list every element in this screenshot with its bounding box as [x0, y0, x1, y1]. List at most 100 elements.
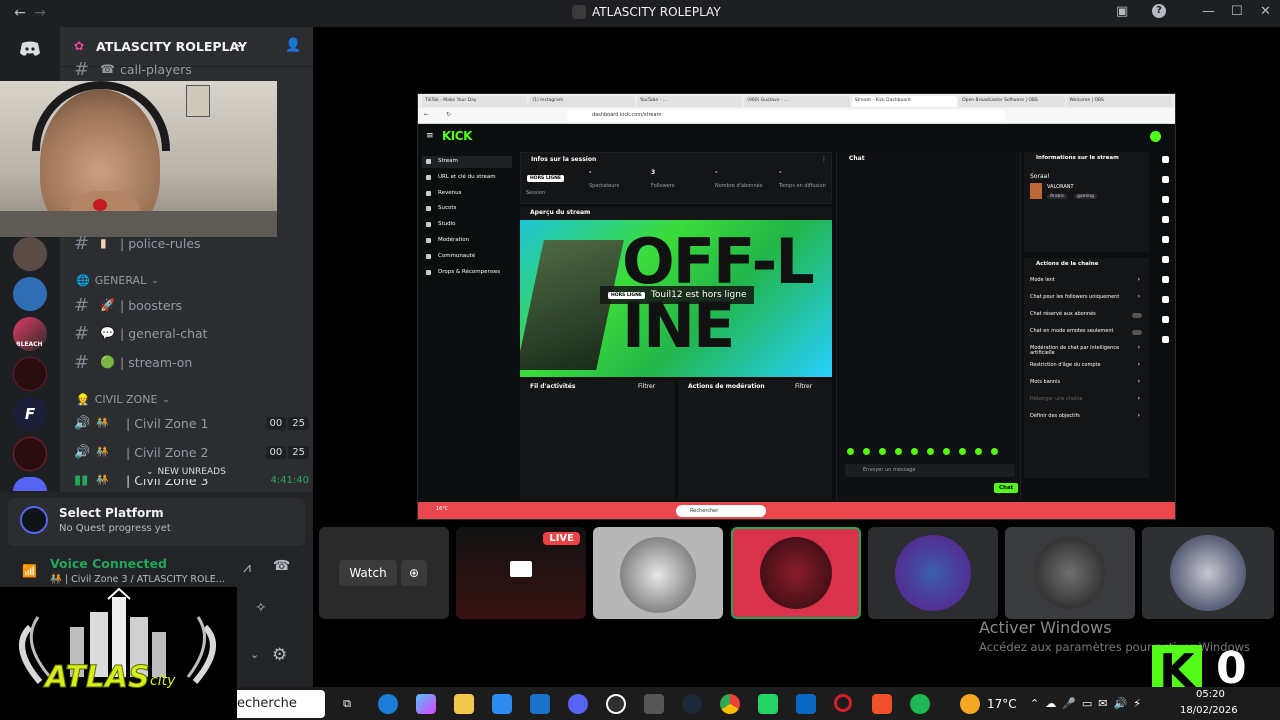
tool-icon[interactable]: [1161, 216, 1169, 223]
server-red-logo-icon[interactable]: [13, 357, 47, 391]
emote-icon[interactable]: [863, 448, 870, 455]
tool-icon[interactable]: [1161, 196, 1169, 203]
channel-action-row[interactable]: Restriction d'âge du compte ›: [1030, 361, 1144, 373]
kick-nav-item[interactable]: Sucots: [422, 203, 512, 215]
channel-action-row[interactable]: Modération de chat par intelligence arti…: [1030, 344, 1144, 356]
user-tile-king[interactable]: [1005, 527, 1135, 619]
back-icon[interactable]: ←: [424, 111, 429, 118]
browser-tab[interactable]: (960) Gustavo - ...: [744, 96, 850, 107]
channel-stream-on[interactable]: # 🟢 | stream-on: [74, 351, 192, 373]
emote-icon[interactable]: [975, 448, 982, 455]
kick-nav-item[interactable]: Revenus: [422, 188, 512, 200]
disconnect-icon[interactable]: ☎: [273, 558, 290, 574]
browser-tab[interactable]: Stream - Kick Dashboard: [851, 96, 958, 107]
browser-tab[interactable]: (1) Instagram: [529, 96, 635, 107]
channel-action-row[interactable]: Héberger une chaîne ›: [1030, 395, 1144, 407]
kick-nav-item[interactable]: Stream: [422, 156, 512, 168]
voice-channel-civil-zone-2[interactable]: 🔊 🧑‍🤝‍🧑 | Civil Zone 2 00 25: [74, 441, 309, 463]
file-explorer-icon[interactable]: [454, 694, 474, 714]
kick-nav-item[interactable]: Drops & Récompenses: [422, 267, 512, 279]
emote-icon[interactable]: [959, 448, 966, 455]
tool-icon[interactable]: [1161, 256, 1169, 263]
store-icon[interactable]: [492, 694, 512, 714]
kick-logo[interactable]: KICK: [442, 129, 472, 143]
chevron-down-icon[interactable]: ⌄: [234, 36, 244, 50]
discord-taskbar-icon[interactable]: [568, 694, 588, 714]
emote-icon[interactable]: [879, 448, 886, 455]
vscode-icon[interactable]: [796, 694, 816, 714]
kebab-icon[interactable]: ⋮: [821, 156, 827, 163]
channel-action-row[interactable]: Chat réservé aux abonnés: [1030, 310, 1144, 322]
chat-input[interactable]: Envoyer un message: [845, 464, 1015, 477]
focus-icon[interactable]: ⊕: [401, 560, 427, 586]
soundboard-icon[interactable]: ✧: [255, 600, 267, 616]
user-tile-moto[interactable]: [1142, 527, 1274, 619]
kick-nav-item[interactable]: Communauté: [422, 251, 512, 263]
inner-search[interactable]: Rechercher: [676, 505, 766, 517]
server-f-icon[interactable]: F: [13, 397, 47, 431]
chat-send-button[interactable]: Chat: [994, 483, 1019, 493]
chevron-down-icon[interactable]: ⌄: [250, 648, 259, 661]
hamburger-icon[interactable]: ≡: [426, 131, 434, 141]
brave-icon[interactable]: [872, 694, 892, 714]
category-civil-zone[interactable]: 👷 CIVIL ZONE ⌄: [76, 393, 170, 406]
server-partial-icon[interactable]: [13, 477, 47, 491]
emote-icon[interactable]: [895, 448, 902, 455]
channel-police-rules[interactable]: # ▮ | police-rules: [74, 232, 201, 254]
watch-thumbnail[interactable]: Watch ⊕: [319, 527, 449, 619]
emote-icon[interactable]: [911, 448, 918, 455]
channel-action-row[interactable]: Définir des objectifs ›: [1030, 412, 1144, 424]
server-bleach-icon[interactable]: BLEACH: [13, 317, 47, 351]
tool-icon[interactable]: [1161, 276, 1169, 283]
emote-icon[interactable]: [927, 448, 934, 455]
discord-home-icon[interactable]: [13, 32, 47, 66]
server-cartoon-icon[interactable]: [13, 277, 47, 311]
moderation-filter-button[interactable]: Filtrer: [795, 383, 812, 390]
tool-icon[interactable]: [1161, 156, 1169, 163]
steam-icon[interactable]: [682, 694, 702, 714]
minimize-icon[interactable]: —: [1202, 4, 1215, 19]
shared-screen-browser[interactable]: TikTok - Make Your Day (1) Instagram YouTu…: [417, 93, 1176, 520]
user-tile-purple[interactable]: [868, 527, 998, 619]
back-arrow-icon[interactable]: ←: [10, 5, 30, 21]
inbox-icon[interactable]: ▣: [1116, 4, 1128, 19]
channel-action-row[interactable]: Chat en mode emotes seulement: [1030, 327, 1144, 339]
tool-icon[interactable]: [1161, 336, 1169, 343]
stream-thumbnail[interactable]: LIVE: [456, 527, 586, 619]
server-avatar-icon[interactable]: [13, 237, 47, 271]
help-icon[interactable]: ?: [1152, 4, 1166, 18]
user-tile-soldier[interactable]: [593, 527, 723, 619]
voice-channel-civil-zone-1[interactable]: 🔊 🧑‍🤝‍🧑 | Civil Zone 1 00 25: [74, 412, 309, 434]
taskbar-search[interactable]: echerche: [237, 690, 325, 718]
quest-card[interactable]: Select Platform No Quest progress yet: [8, 498, 305, 546]
watch-button[interactable]: Watch: [339, 560, 397, 586]
obs-icon[interactable]: [606, 694, 626, 714]
chrome-icon[interactable]: [720, 694, 740, 714]
whatsapp-icon[interactable]: [758, 694, 778, 714]
taskbar-clock[interactable]: 05:20: [1196, 689, 1225, 700]
channel-action-row[interactable]: Mots bannis ›: [1030, 378, 1144, 390]
emote-icon[interactable]: [847, 448, 854, 455]
channel-action-row[interactable]: Mode lent ›: [1030, 276, 1144, 288]
tool-icon[interactable]: [1161, 236, 1169, 243]
reload-icon[interactable]: ↻: [446, 111, 451, 118]
edge-icon[interactable]: [378, 694, 398, 714]
browser-tab[interactable]: TikTok - Make Your Day: [422, 96, 528, 107]
browser-tab[interactable]: Open Broadcaster Software | OBS: [959, 96, 1065, 107]
outlook-icon[interactable]: [530, 694, 550, 714]
task-view-icon[interactable]: ⧉: [337, 694, 357, 714]
emote-icon[interactable]: [943, 448, 950, 455]
app-icon[interactable]: [644, 694, 664, 714]
profile-avatar-icon[interactable]: [1150, 131, 1161, 142]
tool-icon[interactable]: [1161, 176, 1169, 183]
close-icon[interactable]: ✕: [1260, 4, 1271, 19]
taskbar-date[interactable]: 18/02/2026: [1180, 705, 1238, 716]
browser-tab[interactable]: Welcome | OBS: [1066, 96, 1172, 107]
channel-call-players[interactable]: # ☎ call-players: [74, 58, 192, 80]
system-tray-icons[interactable]: ⌃☁🎤▭✉🔊⚡: [1030, 697, 1147, 710]
noise-suppression-icon[interactable]: ⩘: [243, 560, 251, 576]
kick-nav-item[interactable]: Modération: [422, 235, 512, 247]
tool-icon[interactable]: [1161, 316, 1169, 323]
browser-tab[interactable]: YouTube - ...: [636, 96, 743, 107]
activity-filter-button[interactable]: Filtrer: [638, 383, 655, 390]
